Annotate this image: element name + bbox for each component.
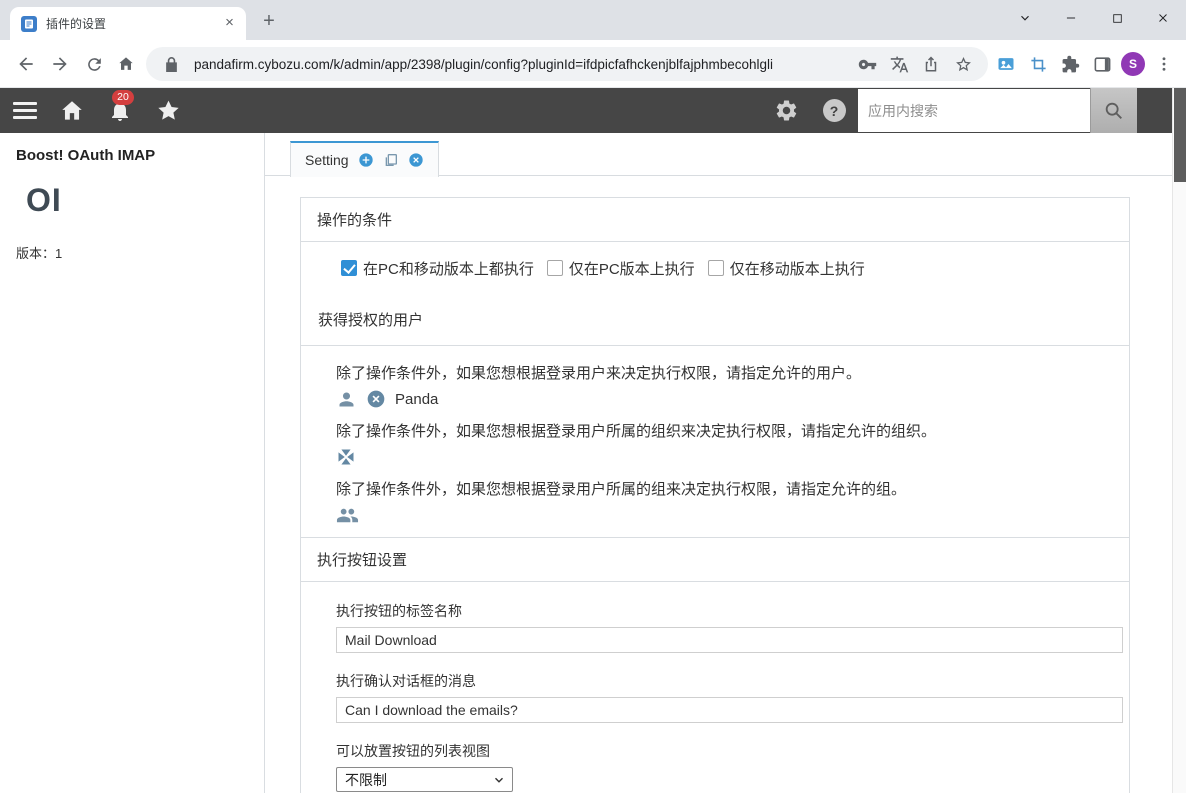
remove-entity-icon[interactable] [366, 389, 386, 409]
chevron-down-icon [492, 773, 506, 787]
list-view-selected-value: 不限制 [345, 771, 387, 788]
checkbox-mobile-only[interactable]: 仅在移动版本上执行 [707, 258, 865, 279]
button-label-input[interactable] [336, 627, 1123, 653]
delete-tab-icon[interactable] [408, 152, 424, 168]
plugin-icon: OI [26, 182, 62, 218]
browser-tabstrip: 插件的设置 × + [0, 0, 1186, 40]
button-body-box: 执行按钮的标签名称 执行确认对话框的消息 可以放置按钮的列表视图 不限制 [300, 581, 1130, 793]
group-icon [336, 504, 359, 527]
execution-target-options: 在PC和移动版本上都执行 仅在PC版本上执行 仅在移动版本上执行 [301, 258, 1129, 279]
condition-title-box: 操作的条件 [300, 197, 1130, 242]
password-key-icon[interactable] [854, 51, 880, 77]
kintone-header: 20 ? [0, 88, 1172, 133]
tab-setting[interactable]: Setting [290, 141, 439, 177]
permission-team-group: 除了操作条件外，如果您想根据登录用户所属的组来决定执行权限，请指定允许的组。 [336, 478, 1113, 527]
window-chevron-down-icon[interactable] [1002, 0, 1048, 36]
setting-tabrow: Setting [265, 133, 1172, 177]
plugin-config-main: Setting 操作的条件 在PC和移动版本上都执行 仅在PC版本上执行 仅在移… [265, 133, 1172, 793]
condition-body-box: 在PC和移动版本上都执行 仅在PC版本上执行 仅在移动版本上执行 获得授权的用户 [300, 241, 1130, 346]
permission-org-group: 除了操作条件外，如果您想根据登录用户所属的组织来决定执行权限，请指定允许的组织。 [336, 420, 1113, 468]
button-title-box: 执行按钮设置 [300, 537, 1130, 582]
forward-icon[interactable] [46, 50, 74, 78]
url-text: pandafirm.cybozu.com/k/admin/app/2398/pl… [194, 56, 773, 72]
translate-icon[interactable] [886, 51, 912, 77]
checkbox-box[interactable] [546, 260, 563, 276]
confirm-message-input[interactable] [336, 697, 1123, 723]
menu-hamburger-icon[interactable] [11, 88, 39, 133]
list-view-label: 可以放置按钮的列表视图 [336, 743, 490, 759]
checkbox-box[interactable] [707, 260, 724, 276]
in-app-search-input[interactable] [858, 89, 1090, 132]
help-icon[interactable]: ? [818, 88, 850, 133]
tab-close-icon[interactable]: × [221, 15, 238, 32]
confirm-message-label: 执行确认对话框的消息 [336, 673, 476, 689]
plugin-sidebar: Boost! OAuth IMAP OI 版本：1 [0, 133, 265, 793]
setting-tab-label: Setting [305, 152, 349, 168]
window-maximize-button[interactable] [1094, 0, 1140, 36]
confirm-message-field: 执行确认对话框的消息 [336, 671, 1123, 723]
plugin-name: Boost! OAuth IMAP [16, 147, 156, 164]
plugin-version: 版本：1 [16, 246, 63, 261]
button-section-title: 执行按钮设置 [317, 552, 408, 569]
checkbox-pc-only[interactable]: 仅在PC版本上执行 [546, 258, 695, 279]
page-scrollbar[interactable] [1172, 88, 1186, 793]
checkbox-pc-and-mobile[interactable]: 在PC和移动版本上都执行 [341, 258, 534, 279]
button-label-label: 执行按钮的标签名称 [336, 603, 462, 619]
allowed-user-name: Panda [395, 390, 439, 408]
browser-toolbar: pandafirm.cybozu.com/k/admin/app/2398/pl… [0, 40, 1186, 88]
list-view-field: 可以放置按钮的列表视图 不限制 [336, 741, 1113, 792]
reload-icon[interactable] [80, 50, 108, 78]
share-icon[interactable] [918, 51, 944, 77]
checkbox-box[interactable] [341, 260, 357, 276]
allowed-team-row [336, 504, 1113, 527]
permission-user-text: 除了操作条件外，如果您想根据登录用户来决定执行权限，请指定允许的用户。 [336, 365, 862, 382]
organization-icon [336, 447, 356, 467]
scrollbar-thumb[interactable] [1174, 88, 1186, 182]
allowed-user-row: Panda [336, 388, 1113, 410]
checkbox-label: 仅在PC版本上执行 [568, 260, 695, 278]
condition-section-title: 操作的条件 [317, 212, 393, 229]
permissions-box: 除了操作条件外，如果您想根据登录用户来决定执行权限，请指定允许的用户。 Pand… [300, 345, 1130, 538]
notification-count-badge: 20 [112, 90, 134, 105]
portal-home-icon[interactable] [56, 88, 88, 133]
authorized-users-subtitle: 获得授权的用户 [318, 312, 424, 329]
button-label-field: 执行按钮的标签名称 [336, 601, 1123, 653]
allowed-org-row [336, 446, 1113, 468]
checkbox-label: 在PC和移动版本上都执行 [363, 260, 534, 278]
window-minimize-button[interactable] [1048, 0, 1094, 36]
extension-screenshot-icon[interactable] [992, 50, 1020, 78]
back-icon[interactable] [12, 50, 40, 78]
lock-icon[interactable] [158, 51, 184, 77]
tab-favicon-icon [21, 15, 37, 32]
tab-title: 插件的设置 [46, 17, 107, 31]
menu-dots-icon[interactable] [1150, 50, 1178, 78]
favorites-star-icon[interactable] [152, 88, 184, 133]
user-icon [336, 389, 357, 410]
permission-user-group: 除了操作条件外，如果您想根据登录用户来决定执行权限，请指定允许的用户。 Pand… [336, 362, 1113, 410]
home-icon[interactable] [112, 50, 140, 78]
bookmark-star-icon[interactable] [950, 51, 976, 77]
extension-crop-icon[interactable] [1024, 50, 1052, 78]
permission-team-text: 除了操作条件外，如果您想根据登录用户所属的组来决定执行权限，请指定允许的组。 [336, 481, 907, 498]
new-tab-button[interactable]: + [256, 9, 282, 35]
settings-gear-icon[interactable] [770, 88, 802, 133]
extensions-puzzle-icon[interactable] [1056, 50, 1084, 78]
side-panel-icon[interactable] [1088, 50, 1116, 78]
add-tab-icon[interactable] [358, 152, 374, 168]
permission-org-text: 除了操作条件外，如果您想根据登录用户所属的组织来决定执行权限，请指定允许的组织。 [336, 423, 937, 440]
duplicate-tab-icon[interactable] [383, 152, 399, 168]
list-view-select[interactable]: 不限制 [336, 767, 513, 792]
checkbox-label: 仅在移动版本上执行 [729, 260, 865, 278]
search-button[interactable] [1090, 88, 1137, 133]
browser-tab[interactable]: 插件的设置 × [10, 7, 246, 40]
profile-avatar[interactable]: S [1121, 52, 1145, 76]
window-close-button[interactable] [1140, 0, 1186, 36]
address-bar[interactable]: pandafirm.cybozu.com/k/admin/app/2398/pl… [146, 47, 988, 81]
